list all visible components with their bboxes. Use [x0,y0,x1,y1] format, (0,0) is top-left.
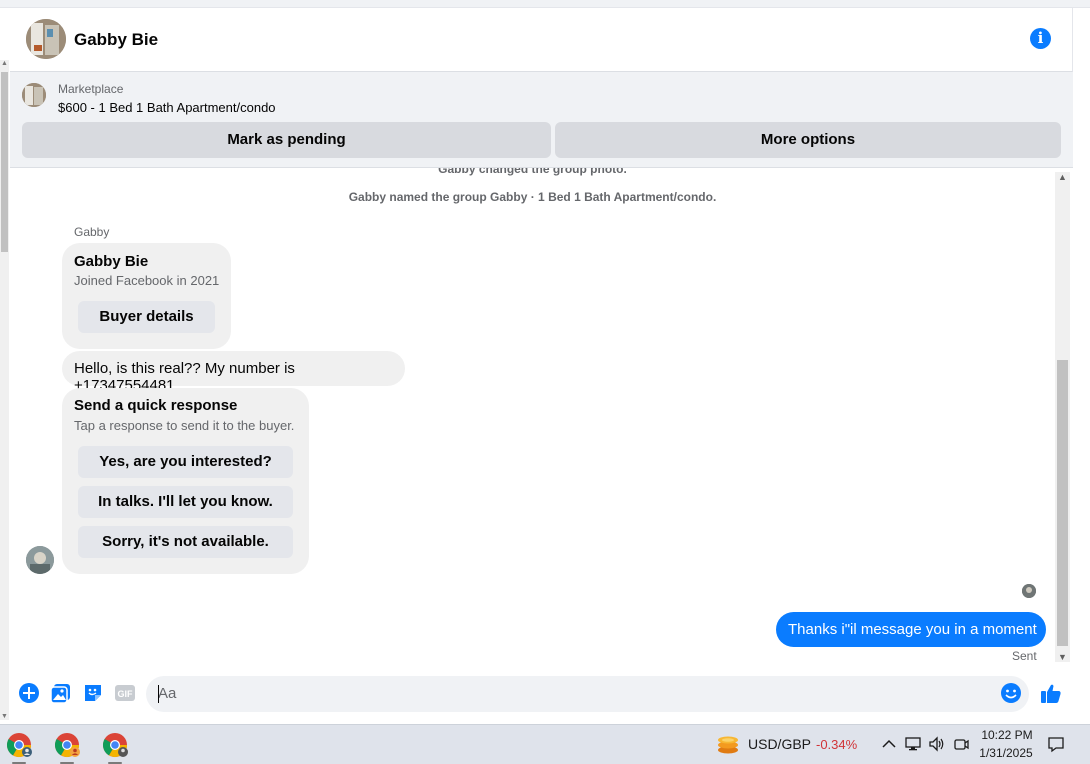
page-scrollbar[interactable]: ▲ ▼ [0,60,9,720]
sticker-icon[interactable] [82,682,104,704]
scroll-down-arrow-icon[interactable]: ▼ [1,713,8,720]
more-options-button[interactable]: More options [555,122,1061,158]
photo-icon[interactable] [50,682,72,704]
thread-scrollbar[interactable]: ▲ ▼ [1055,172,1070,662]
buyer-profile-card: Gabby Bie Joined Facebook in 2021 Buyer … [62,243,231,349]
chevron-up-icon[interactable] [880,735,898,753]
message-composer: GIF Aa [10,666,1073,722]
message-status: Sent [1012,649,1037,663]
chrome-profile-1-icon[interactable] [5,731,33,759]
chrome-profile-3-icon[interactable] [101,731,129,759]
system-message: Gabby changed the group photo. [438,168,627,176]
thumbs-up-icon[interactable] [1040,682,1062,704]
outgoing-message[interactable]: Thanks i"il message you in a moment [776,612,1046,647]
scroll-up-arrow-icon[interactable]: ▲ [1,60,8,67]
listing-thumbnail[interactable] [22,83,46,107]
system-message: Gabby named the group Gabby · 1 Bed 1 Ba… [348,190,717,204]
scroll-up-arrow-icon[interactable]: ▲ [1058,172,1067,182]
quick-response-subtitle: Tap a response to send it to the buyer. [74,418,295,433]
buyer-name: Gabby Bie [74,253,149,270]
info-icon[interactable]: i [1030,28,1051,49]
notifications-icon[interactable] [1047,735,1065,753]
sender-avatar[interactable] [26,546,54,574]
mark-as-pending-button[interactable]: Mark as pending [22,122,551,158]
volume-icon[interactable] [928,735,946,753]
message-input[interactable]: Aa [146,676,1029,712]
quick-response-option[interactable]: Sorry, it's not available. [78,526,293,558]
quick-response-title: Send a quick response [74,397,238,414]
meet-now-icon[interactable] [952,735,970,753]
incoming-message[interactable]: Hello, is this real?? My number is +1734… [62,351,405,394]
currency-ticker[interactable]: USD/GBP [748,736,811,752]
marketplace-listing-banner: Marketplace $600 - 1 Bed 1 Bath Apartmen… [10,72,1073,168]
chrome-profile-2-icon[interactable] [53,731,81,759]
sender-label: Gabby [74,225,110,239]
window-top-strip [0,0,1090,8]
thread-scrollbar-thumb[interactable] [1057,360,1068,646]
contact-name[interactable]: Gabby Bie [74,30,158,50]
listing-title[interactable]: $600 - 1 Bed 1 Bath Apartment/condo [58,100,276,115]
plus-circle-icon[interactable] [18,682,40,704]
emoji-icon[interactable] [1000,682,1022,704]
conversation-header: Gabby Bie i [10,8,1073,72]
buyer-details-button[interactable]: Buyer details [78,301,215,333]
quick-response-card: Send a quick response Tap a response to … [62,388,309,574]
network-icon[interactable] [904,735,922,753]
text-caret [158,685,159,703]
marketplace-label: Marketplace [58,82,124,96]
coins-icon[interactable] [716,733,740,757]
gif-icon[interactable]: GIF [114,682,136,704]
quick-response-option[interactable]: Yes, are you interested? [78,446,293,478]
quick-response-option[interactable]: In talks. I'll let you know. [78,486,293,518]
message-thread[interactable]: Gabby changed the group photo. Gabby nam… [10,168,1073,666]
clock-time[interactable]: 10:22 PM [980,728,1034,742]
clock-date[interactable]: 1/31/2025 [978,746,1034,760]
messenger-window: ▲ ▼ Gabby Bie i Marketplace $600 - 1 Bed… [0,0,1090,724]
scroll-down-arrow-icon[interactable]: ▼ [1058,652,1067,662]
currency-change: -0.34% [816,737,858,752]
page-scrollbar-thumb[interactable] [1,72,8,252]
svg-text:GIF: GIF [118,689,134,699]
os-taskbar: USD/GBP -0.34% 10:22 PM 1/31/2025 [0,724,1090,764]
seen-indicator-avatar [1022,584,1036,598]
contact-avatar[interactable] [26,19,66,59]
buyer-joined-text: Joined Facebook in 2021 [74,273,220,288]
